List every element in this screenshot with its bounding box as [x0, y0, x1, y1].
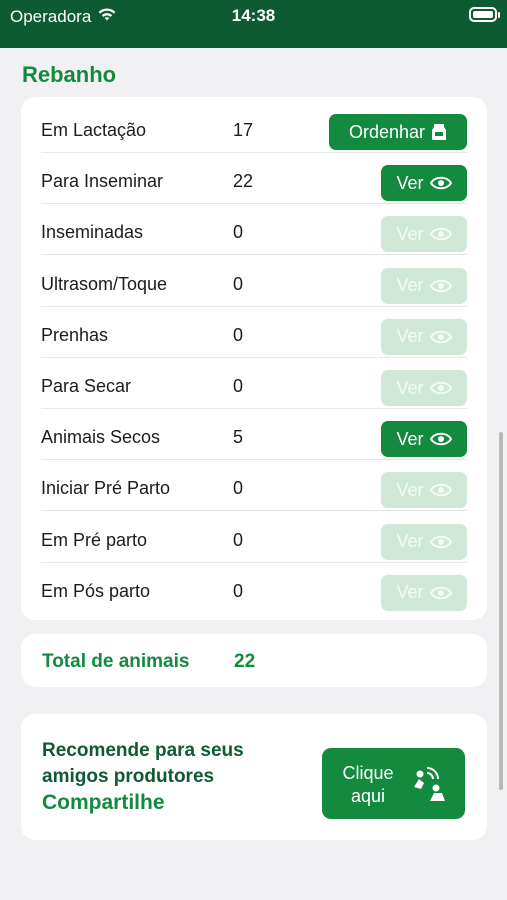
herd-row: Para Secar 0 Ver — [41, 358, 467, 409]
button-label: Ver — [396, 326, 424, 347]
herd-row-count: 0 — [233, 478, 244, 499]
herd-row: Em Pós parto 0 Ver — [41, 563, 467, 614]
eye-icon — [429, 432, 452, 446]
eye-icon — [429, 483, 452, 497]
share-text-line2: amigos produtores — [42, 766, 215, 787]
share-icon — [410, 765, 448, 808]
eye-icon — [429, 279, 452, 293]
share-card: Recomende para seus amigos produtores Co… — [21, 714, 487, 840]
button-label: Ordenhar — [348, 121, 426, 142]
herd-row-count: 0 — [233, 222, 244, 243]
herd-row-count: 22 — [233, 171, 254, 192]
button-label: Ver — [396, 479, 424, 500]
herd-row-count: 0 — [233, 529, 244, 550]
herd-row-label: Em Pré parto — [41, 529, 148, 550]
status-time: 14:38 — [231, 6, 276, 25]
eye-icon — [429, 176, 452, 190]
button-label: Ver — [396, 172, 424, 193]
eye-icon — [429, 586, 452, 600]
button-label: Ver — [396, 377, 424, 398]
share-button-label-line2: aqui — [350, 786, 386, 806]
view-button[interactable]: Ver — [381, 370, 467, 406]
share-button-label: Clique aqui — [340, 762, 396, 808]
herd-row: Inseminadas 0 Ver — [41, 204, 467, 256]
herd-row-count: 5 — [233, 427, 244, 448]
button-label: Ver — [396, 275, 424, 296]
herd-row: Animais Secos 5 Ver — [41, 409, 467, 461]
view-button[interactable]: Ver — [381, 472, 467, 509]
herd-row: Em Pré parto 0 Ver — [41, 512, 467, 563]
herd-row: Em Lactação 17 Ordenhar — [41, 102, 467, 153]
milk-button[interactable]: Ordenhar — [329, 114, 467, 150]
herd-card: Em Lactação 17 Ordenhar Para Inseminar 22 Ver… — [21, 97, 487, 620]
herd-row-label: Em Lactação — [41, 120, 147, 140]
share-button[interactable]: Clique aqui — [322, 748, 465, 819]
eye-icon — [429, 381, 452, 395]
milk-icon — [431, 123, 447, 141]
herd-row-label: Animais Secos — [41, 427, 161, 448]
view-button[interactable]: Ver — [381, 216, 467, 253]
share-text-line1: Recomende para seus — [42, 740, 244, 761]
section-title: Rebanho — [22, 62, 117, 87]
view-button[interactable]: Ver — [381, 267, 467, 304]
share-button-label-line1: Clique — [342, 763, 394, 783]
herd-row-count: 0 — [233, 324, 244, 345]
herd-row-count: 0 — [233, 580, 244, 601]
herd-row: Para Inseminar 22 Ver — [41, 153, 467, 205]
herd-row-count: 0 — [233, 273, 244, 294]
herd-row-label: Inseminadas — [41, 222, 144, 243]
button-label: Ver — [396, 531, 424, 552]
total-card: Total de animais 22 — [21, 634, 487, 687]
eye-icon — [429, 227, 452, 241]
total-count: 22 — [234, 651, 256, 672]
herd-row-label: Para Secar — [41, 376, 132, 396]
battery-icon — [469, 7, 500, 22]
herd-row-label: Ultrasom/Toque — [41, 273, 168, 294]
herd-row-label: Para Inseminar — [41, 171, 164, 192]
eye-icon — [429, 330, 452, 344]
view-button[interactable]: Ver — [381, 421, 467, 458]
scrollbar[interactable] — [499, 432, 503, 790]
herd-row: Prenhas 0 Ver — [41, 307, 467, 358]
herd-row: Ultrasom/Toque 0 Ver — [41, 256, 467, 307]
share-title: Compartilhe — [42, 791, 165, 814]
eye-icon — [429, 535, 452, 549]
status-bar: Operadora 14:38 — [0, 0, 507, 48]
button-label: Ver — [396, 428, 424, 449]
herd-row: Iniciar Pré Parto 0 Ver — [41, 460, 467, 512]
herd-row-label: Iniciar Pré Parto — [41, 478, 171, 499]
button-label: Ver — [396, 582, 424, 603]
view-button[interactable]: Ver — [381, 523, 467, 560]
view-button[interactable]: Ver — [381, 318, 467, 355]
total-label: Total de animais — [42, 651, 190, 672]
herd-row-label: Prenhas — [41, 324, 109, 345]
herd-row-count: 0 — [233, 376, 244, 396]
view-button[interactable]: Ver — [381, 165, 467, 202]
button-label: Ver — [396, 223, 424, 244]
herd-row-label: Em Pós parto — [41, 580, 151, 601]
herd-row-count: 17 — [233, 120, 254, 140]
view-button[interactable]: Ver — [381, 574, 467, 611]
